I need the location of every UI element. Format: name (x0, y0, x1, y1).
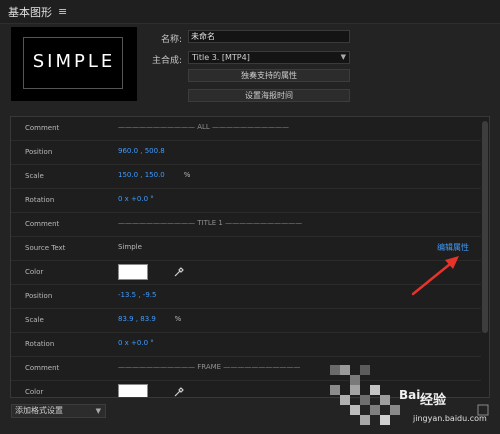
property-unit: % (174, 315, 182, 323)
property-name: Position (25, 148, 53, 156)
property-name: Source Text (25, 244, 66, 252)
property-value[interactable]: 83.9 , 83.9 (118, 315, 156, 323)
name-input[interactable]: 未命名 (188, 30, 350, 43)
name-label: 名称: (160, 35, 182, 45)
property-name: Rotation (25, 196, 55, 204)
property-row: Comment ——————————— FRAME ——————————— (11, 357, 481, 381)
mosaic-blur-icon (330, 365, 400, 425)
property-name: Scale (25, 172, 44, 180)
property-row: Rotation 0 x +0.0 ° (11, 189, 481, 213)
property-row: Rotation 0 x +0.0 ° (11, 333, 481, 357)
property-row: Comment ——————————— TITLE 1 ——————————— (11, 213, 481, 237)
watermark-badge: Bai (399, 388, 421, 402)
section-divider-label: ——————————— FRAME ——————————— (118, 363, 301, 371)
add-formatting-label: 添加格式设置 (15, 406, 63, 415)
property-name: Comment (25, 124, 60, 132)
master-comp-value: Title 3. [MTP4] (192, 53, 250, 62)
property-name: Comment (25, 364, 60, 372)
property-value[interactable]: 960.0 , 500.8 (118, 147, 165, 155)
annotation-arrow-icon (411, 256, 459, 296)
solo-supported-properties-button[interactable]: 独奏支持的属性 (188, 69, 350, 82)
section-divider-label: ——————————— ALL ——————————— (118, 123, 290, 131)
color-swatch[interactable] (118, 264, 148, 280)
color-swatch[interactable] (118, 384, 148, 397)
property-value[interactable]: 0 x +0.0 ° (118, 195, 154, 203)
set-poster-time-button[interactable]: 设置海报时间 (188, 89, 350, 102)
watermark-url: jingyan.baidu.com (413, 414, 487, 423)
thumbnail-text: SIMPLE (32, 51, 116, 72)
property-name: Color (25, 268, 44, 276)
property-row: Scale 150.0 , 150.0% (11, 165, 481, 189)
property-name: Comment (25, 220, 60, 228)
property-name: Rotation (25, 340, 55, 348)
eyedropper-icon[interactable] (173, 386, 185, 398)
property-name: Color (25, 388, 44, 396)
property-value[interactable]: Simple (118, 243, 142, 251)
panel-title: 基本图形 (8, 5, 52, 19)
graphic-thumbnail: SIMPLE (11, 27, 137, 101)
property-name: Position (25, 292, 53, 300)
property-row: Comment ——————————— ALL ——————————— (11, 117, 481, 141)
add-formatting-dropdown[interactable]: 添加格式设置 ▼ (11, 404, 106, 418)
master-comp-select[interactable]: Title 3. [MTP4] ▼ (188, 51, 350, 64)
property-row: Position 960.0 , 500.8 (11, 141, 481, 165)
property-value[interactable]: -13.5 , -9.5 (118, 291, 156, 299)
panel-menu-icon[interactable]: ≡ (58, 5, 67, 18)
scrollbar[interactable] (482, 119, 488, 395)
master-comp-label: 主合成: (151, 56, 182, 66)
scrollbar-thumb[interactable] (482, 121, 488, 333)
eyedropper-icon[interactable] (173, 266, 185, 278)
watermark-brand: 经验 (420, 393, 447, 408)
property-row: Scale 83.9 , 83.9% (11, 309, 481, 333)
property-name: Scale (25, 316, 44, 324)
property-value[interactable]: 0 x +0.0 ° (118, 339, 154, 347)
property-value[interactable]: 150.0 , 150.0 (118, 171, 165, 179)
chevron-down-icon: ▼ (340, 53, 346, 61)
chevron-down-icon: ▼ (95, 407, 101, 415)
property-unit: % (183, 171, 191, 179)
panel-header: 基本图形 ≡ (0, 0, 500, 24)
section-divider-label: ——————————— TITLE 1 ——————————— (118, 219, 303, 227)
